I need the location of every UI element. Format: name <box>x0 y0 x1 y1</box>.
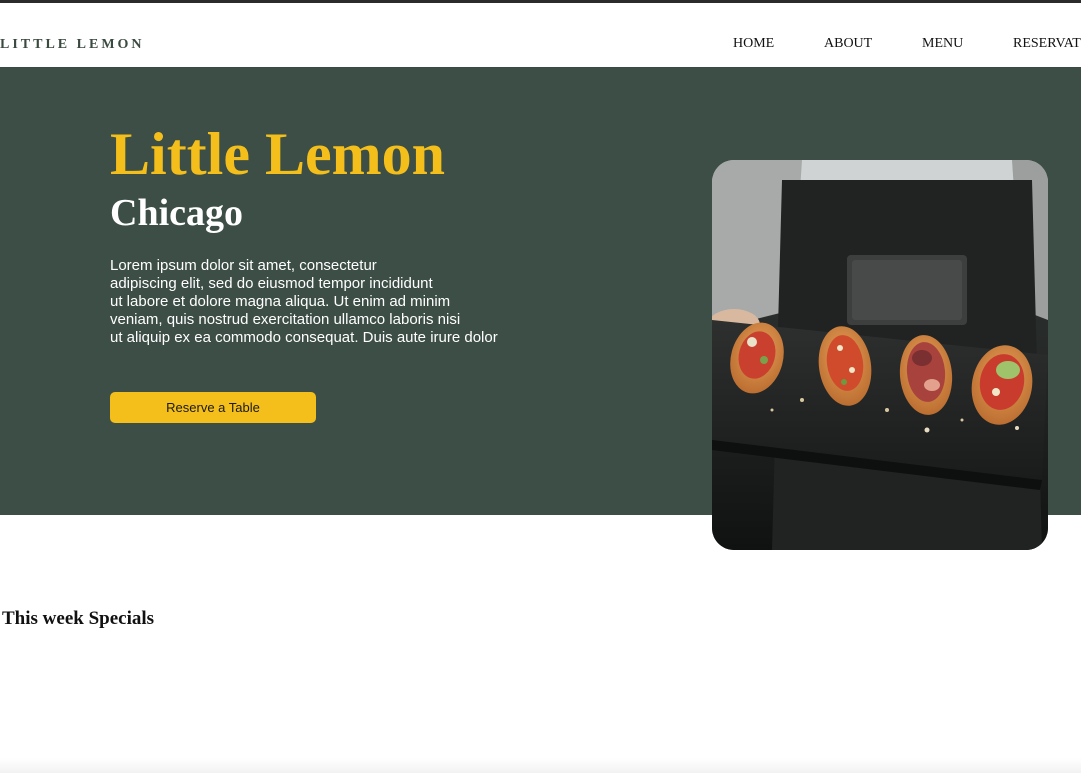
hero-description-line: ut aliquip ex ea commodo consequat. Duis… <box>110 329 498 346</box>
specials-heading: This week Specials <box>2 608 155 629</box>
nav-item-reservations[interactable]: RESERVATIONS <box>1013 35 1081 53</box>
logo[interactable]: LITTLE LEMON <box>0 37 145 53</box>
reserve-table-button[interactable]: Reserve a Table <box>110 392 316 423</box>
hero-description-line: veniam, quis nostrud exercitation ullamc… <box>110 311 461 328</box>
nav-item-about[interactable]: ABOUT <box>824 35 872 53</box>
hero-description: Lorem ipsum dolor sit amet, consectetur … <box>110 257 550 347</box>
hero-food-image <box>712 160 1048 550</box>
hero-description-line: Lorem ipsum dolor sit amet, consectetur <box>110 257 377 274</box>
hero-title: Little Lemon <box>110 121 445 187</box>
nav-item-menu[interactable]: MENU <box>922 35 963 53</box>
page-bottom-edge <box>0 758 1081 773</box>
nav-item-home[interactable]: HOME <box>733 35 774 53</box>
hero-subtitle: Chicago <box>110 192 243 234</box>
hero-description-line: ut labore et dolore magna aliqua. Ut eni… <box>110 293 451 310</box>
hero-description-line: adipiscing elit, sed do eiusmod tempor i… <box>110 275 433 292</box>
hero-food-illustration <box>712 160 1048 550</box>
navbar: LITTLE LEMON HOME ABOUT MENU RESERVATION… <box>0 3 1081 68</box>
